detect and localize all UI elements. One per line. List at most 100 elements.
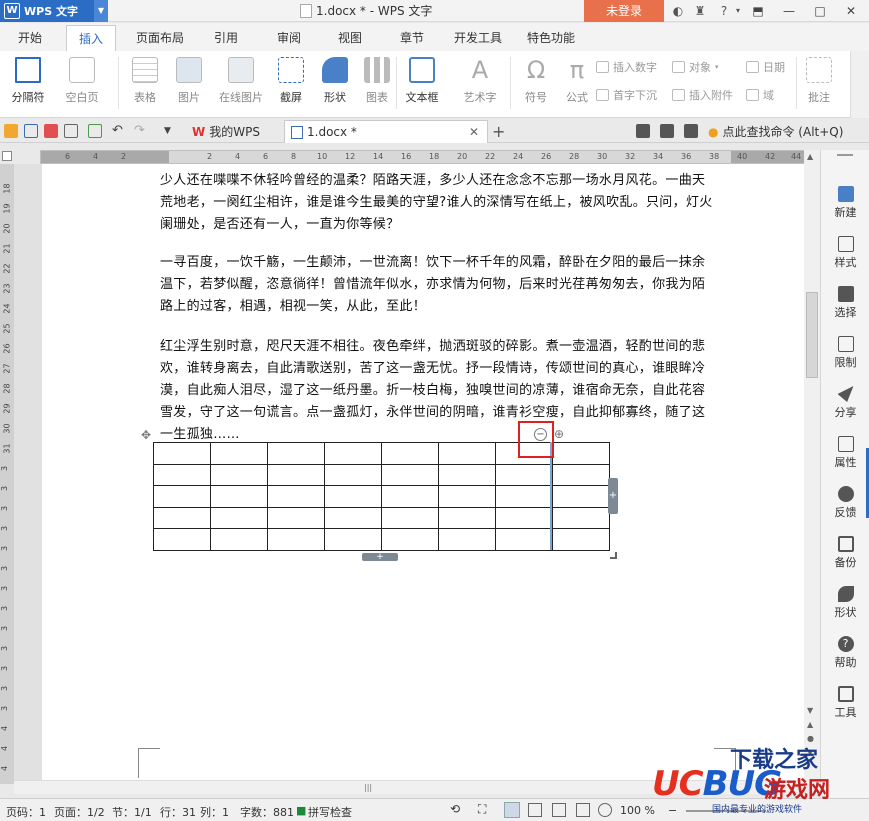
table-cell[interactable] <box>324 442 382 465</box>
vertical-scrollbar[interactable]: ▲ ▼ ▲ ● ▼ <box>804 150 820 784</box>
login-button[interactable]: 未登录 <box>584 0 664 22</box>
horizontal-ruler[interactable]: 6 4 2 2 4 6 8 10 12 14 16 18 20 22 24 26… <box>40 150 821 164</box>
tab-insert[interactable]: 插入 <box>66 25 117 51</box>
table-cell[interactable] <box>495 506 553 529</box>
table-cell[interactable] <box>381 485 439 508</box>
table-cell[interactable] <box>153 463 211 486</box>
status-page[interactable]: 页面：1/2 <box>54 804 105 820</box>
table-cell[interactable] <box>324 528 382 551</box>
tab-view[interactable]: 视图 <box>338 29 362 46</box>
table-cell[interactable] <box>381 442 439 465</box>
new-tab-icon[interactable]: + <box>492 122 505 141</box>
status-spell-check[interactable]: 拼写检查 <box>308 804 352 820</box>
tab-features[interactable]: 特色功能 <box>527 29 575 46</box>
table-cell[interactable] <box>324 463 382 486</box>
tab-review[interactable]: 审阅 <box>277 29 301 46</box>
ribbon-scroll[interactable] <box>850 51 869 118</box>
attachment-button[interactable]: 插入附件 <box>672 87 733 103</box>
shape-button[interactable]: 形状 <box>316 57 354 105</box>
table-cell[interactable] <box>495 485 553 508</box>
table-cell[interactable] <box>381 463 439 486</box>
sidebar-item-help[interactable]: ? 帮助 <box>821 636 869 670</box>
online-picture-button[interactable]: 在线图片 <box>214 57 268 105</box>
sidebar-item-properties[interactable]: 属性 <box>821 436 869 470</box>
record-icon[interactable] <box>660 124 674 138</box>
table-cell[interactable] <box>267 442 325 465</box>
insert-number-button[interactable]: 插入数字 <box>596 59 657 75</box>
open-folder-icon[interactable] <box>4 124 18 138</box>
redo-icon[interactable]: ↷ <box>134 124 148 138</box>
fullscreen-icon[interactable]: ⛶ <box>478 802 486 817</box>
table-move-handle-icon[interactable]: ✥ <box>141 428 151 442</box>
table-cell[interactable] <box>210 485 268 508</box>
minimize-button[interactable]: — <box>774 0 804 22</box>
table-resize-handle[interactable] <box>610 552 617 559</box>
wordart-button[interactable]: A 艺术字 <box>458 57 502 105</box>
table-cell[interactable] <box>438 485 496 508</box>
sidebar-item-style[interactable]: 样式 <box>821 236 869 270</box>
table-cell[interactable] <box>210 528 268 551</box>
vertical-ruler[interactable]: 18 19 20 21 22 23 24 25 26 27 28 29 30 3… <box>0 164 14 784</box>
zoom-level[interactable]: 100 % <box>620 804 655 817</box>
paragraph[interactable]: 一寻百度，一饮千觞，一生颠沛，一世流离！饮下一杯千年的风霜，醉卧在夕阳的最后一抹… <box>160 252 716 318</box>
table-cell[interactable] <box>324 485 382 508</box>
sidebar-item-backup[interactable]: 备份 <box>821 536 869 570</box>
table-cell[interactable] <box>438 463 496 486</box>
paragraph[interactable]: 少人还在喋喋不休轻吟曾经的温柔？陌路天涯，多少人还在念念不忘那一场水月风花。一曲… <box>160 170 716 236</box>
table-cell[interactable] <box>210 463 268 486</box>
table-cell[interactable] <box>267 528 325 551</box>
table-cell[interactable] <box>381 528 439 551</box>
table-cell[interactable] <box>381 506 439 529</box>
table-cell[interactable] <box>552 442 610 465</box>
picture-button[interactable]: 图片 <box>170 57 208 105</box>
table-cell[interactable] <box>552 463 610 486</box>
table-cell[interactable] <box>552 528 610 551</box>
table-cell[interactable] <box>495 463 553 486</box>
export-pdf-icon[interactable] <box>44 124 58 138</box>
table-cell[interactable] <box>153 528 211 551</box>
tools-icon[interactable] <box>684 124 698 138</box>
textbox-button[interactable]: 文本框 <box>402 57 442 105</box>
save-icon[interactable] <box>24 124 38 138</box>
table-cell[interactable] <box>153 485 211 508</box>
table-cell[interactable] <box>324 506 382 529</box>
add-row-button[interactable]: + <box>362 553 398 562</box>
table-cell[interactable] <box>267 506 325 529</box>
tab-home[interactable]: 开始 <box>18 29 42 46</box>
close-tab-icon[interactable]: ✕ <box>469 125 479 139</box>
tab-developer[interactable]: 开发工具 <box>454 29 502 46</box>
table-cell[interactable] <box>210 506 268 529</box>
table-cell[interactable] <box>438 528 496 551</box>
table-cell[interactable] <box>438 506 496 529</box>
tab-chapter[interactable]: 章节 <box>400 29 424 46</box>
reading-view-icon[interactable] <box>576 803 590 817</box>
customize-dropdown-icon[interactable]: ▼ <box>164 124 178 138</box>
scroll-thumb[interactable]: ||| <box>364 783 384 793</box>
restore-panel-button[interactable]: ⬒ <box>743 0 773 22</box>
formula-button[interactable]: π 公式 <box>560 57 594 105</box>
find-command-box[interactable]: ● 点此查找命令 (Alt+Q) <box>708 123 843 140</box>
paragraph[interactable]: 红尘浮生别时意，咫尺天涯不相往。夜色牵绊，抛洒斑驳的碎影。煮一壶温酒，轻酌世间的… <box>160 336 716 446</box>
undo-icon[interactable]: ↶ <box>112 124 126 138</box>
prev-page-icon[interactable]: ▲ <box>807 720 813 729</box>
tab-stop-selector[interactable] <box>2 151 12 161</box>
document-page[interactable]: 少人还在喋喋不休轻吟曾经的温柔？陌路天涯，多少人还在念念不忘那一场水月风花。一曲… <box>42 164 804 780</box>
scroll-up-icon[interactable]: ▲ <box>807 152 813 161</box>
table-cell[interactable] <box>153 506 211 529</box>
document-area[interactable]: 少人还在喋喋不休轻吟曾经的温柔？陌路天涯，多少人还在念念不忘那一场水月风花。一曲… <box>14 164 804 780</box>
scroll-thumb[interactable] <box>806 292 818 378</box>
sidebar-item-new[interactable]: 新建 <box>821 186 869 220</box>
print-icon[interactable] <box>64 124 78 138</box>
tab-references[interactable]: 引用 <box>214 29 238 46</box>
field-button[interactable]: 域 <box>746 87 774 103</box>
table-cell[interactable] <box>267 463 325 486</box>
scroll-down-icon[interactable]: ▼ <box>807 706 813 715</box>
table-cell[interactable] <box>552 485 610 508</box>
symbol-button[interactable]: Ω 符号 <box>516 57 556 105</box>
add-column-button[interactable]: + <box>608 478 618 514</box>
sidebar-item-restrict[interactable]: 限制 <box>821 336 869 370</box>
mode-icon[interactable] <box>636 124 650 138</box>
table-cell[interactable] <box>267 485 325 508</box>
insert-column-icon[interactable]: ⊕ <box>553 428 565 440</box>
chevron-down-icon[interactable]: ▼ <box>94 0 108 22</box>
